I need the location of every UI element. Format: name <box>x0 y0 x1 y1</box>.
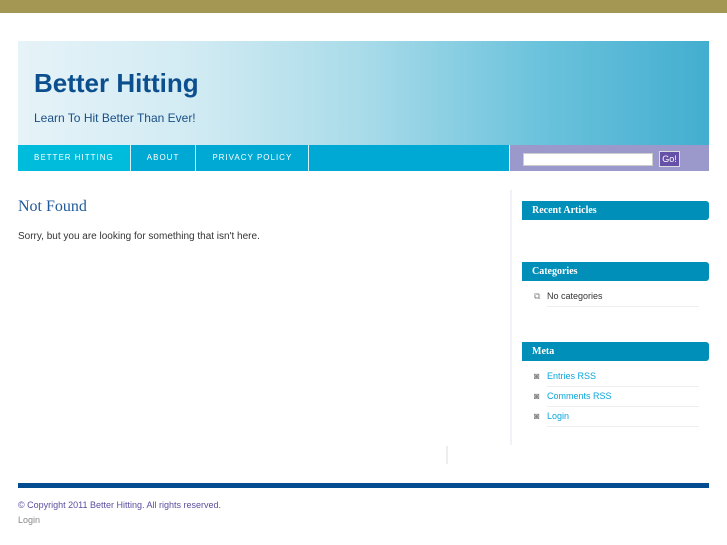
entries-rss-link[interactable]: Entries RSS <box>547 371 596 381</box>
search-input[interactable] <box>523 153 653 166</box>
list-item: ◙ Comments RSS <box>534 386 700 407</box>
heading-text: Categories <box>532 266 578 277</box>
category-label: No categories <box>547 286 699 307</box>
copyright: © Copyright 2011 Better Hitting. All rig… <box>18 500 222 510</box>
search-box: Go! <box>510 145 709 171</box>
meta-heading: Meta <box>522 342 709 361</box>
nav-better-hitting[interactable]: BETTER HITTING <box>18 145 131 171</box>
site-title[interactable]: Better Hitting <box>34 68 199 99</box>
category-icon: ⧉ <box>534 291 541 301</box>
login-icon: ◙ <box>534 411 540 421</box>
categories-heading: Categories <box>522 262 709 281</box>
heading-text: Recent Articles <box>532 205 597 216</box>
nav-about[interactable]: ABOUT <box>131 145 197 171</box>
list-item: ◙ Login <box>534 406 700 427</box>
site-header: Better Hitting Learn To Hit Better Than … <box>18 41 709 145</box>
not-found-message: Sorry, but you are looking for something… <box>18 231 260 242</box>
divider <box>446 446 448 464</box>
footer-bar <box>18 483 709 488</box>
rss-icon: ◙ <box>534 391 540 401</box>
page-title: Not Found <box>18 198 87 215</box>
main-nav: BETTER HITTING ABOUT PRIVACY POLICY <box>18 145 509 171</box>
footer-login-link[interactable]: Login <box>18 515 40 525</box>
comments-rss-link[interactable]: Comments RSS <box>547 391 612 401</box>
rss-icon: ◙ <box>534 371 540 381</box>
top-bar <box>0 0 727 13</box>
list-item: ◙ Entries RSS <box>534 366 700 387</box>
sidebar-divider <box>510 190 512 445</box>
heading-text: Meta <box>532 346 555 357</box>
list-item: ⧉ No categories <box>534 286 700 307</box>
site-tagline: Learn To Hit Better Than Ever! <box>34 111 196 125</box>
login-link[interactable]: Login <box>547 411 569 421</box>
recent-articles-heading: Recent Articles <box>522 201 709 220</box>
search-go-button[interactable]: Go! <box>659 151 680 167</box>
nav-privacy-policy[interactable]: PRIVACY POLICY <box>196 145 310 171</box>
